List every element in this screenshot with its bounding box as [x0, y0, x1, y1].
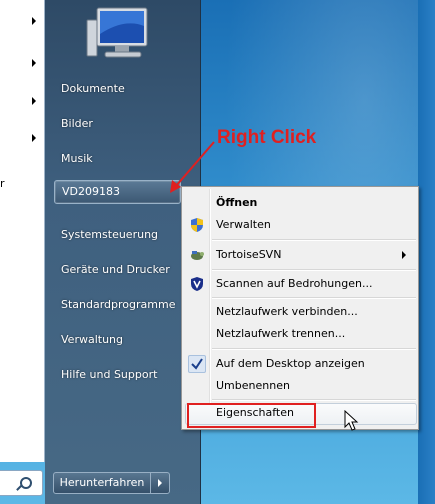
start-item-computer[interactable]: VD209183 [54, 180, 181, 204]
menu-separator [212, 399, 416, 401]
start-item-default-programs[interactable]: Standardprogramme [61, 298, 175, 311]
menu-item-label: Umbenennen [216, 379, 290, 392]
tortoisesvn-icon [191, 251, 204, 260]
desktop-edge [418, 0, 435, 504]
start-item-help-support[interactable]: Hilfe und Support [61, 368, 157, 381]
start-item-music[interactable]: Musik [61, 152, 93, 165]
program-label-truncated: r [0, 177, 5, 190]
menu-item-label: Öffnen [216, 196, 258, 209]
menu-item-label: Netzlaufwerk trennen... [216, 327, 346, 340]
search-icon [20, 477, 32, 489]
menu-item-manage[interactable]: Verwalten [184, 214, 414, 236]
menu-item-label: Auf dem Desktop anzeigen [216, 357, 365, 370]
chevron-right-icon [32, 97, 36, 105]
chevron-right-icon [32, 134, 36, 142]
start-menu-right-pane: Dokumente Bilder Musik VD209183 Systemst… [45, 0, 201, 504]
mouse-cursor-icon [344, 410, 359, 431]
checkmark-icon [191, 358, 203, 370]
menu-item-label: Verwalten [216, 218, 271, 231]
context-menu: Öffnen Verwalten TortoiseSVN Scannen auf… [181, 186, 419, 430]
menu-item-tortoisesvn[interactable]: TortoiseSVN [184, 244, 414, 266]
start-item-pictures[interactable]: Bilder [61, 117, 93, 130]
shutdown-button[interactable]: Herunterfahren [53, 472, 151, 494]
computer-icon [86, 7, 148, 58]
program-item[interactable] [0, 46, 44, 84]
security-shield-icon [191, 277, 203, 291]
menu-item-label: Scannen auf Bedrohungen... [216, 277, 373, 290]
program-item[interactable] [0, 121, 44, 159]
submenu-arrow-icon [402, 251, 406, 259]
menu-separator [212, 297, 416, 299]
start-item-documents[interactable]: Dokumente [61, 82, 125, 95]
annotation-highlight-box [187, 403, 316, 428]
shutdown-options-button[interactable] [150, 472, 170, 494]
computer-label: VD209183 [62, 185, 120, 198]
menu-separator [212, 348, 416, 350]
annotation-label: Right Click [217, 127, 317, 148]
start-item-control-panel[interactable]: Systemsteuerung [61, 228, 158, 241]
menu-item-open[interactable]: Öffnen [184, 192, 414, 214]
menu-item-label: TortoiseSVN [216, 248, 282, 261]
program-item[interactable] [0, 4, 44, 42]
start-item-administration[interactable]: Verwaltung [61, 333, 123, 346]
menu-item-disconnect-drive[interactable]: Netzlaufwerk trennen... [184, 323, 414, 345]
menu-item-map-drive[interactable]: Netzlaufwerk verbinden... [184, 301, 414, 323]
uac-shield-icon [191, 218, 203, 232]
menu-item-rename[interactable]: Umbenennen [184, 375, 414, 397]
start-menu-programs-pane: r [0, 0, 45, 462]
start-item-devices-printers[interactable]: Geräte und Drucker [61, 263, 170, 276]
menu-item-label: Netzlaufwerk verbinden... [216, 305, 358, 318]
menu-separator [212, 269, 416, 271]
chevron-right-icon [32, 17, 36, 25]
menu-item-show-on-desktop[interactable]: Auf dem Desktop anzeigen [184, 353, 414, 375]
menu-separator [212, 239, 416, 241]
search-input[interactable] [0, 470, 43, 496]
menu-item-scan-threats[interactable]: Scannen auf Bedrohungen... [184, 273, 414, 295]
chevron-right-icon [32, 59, 36, 67]
program-item[interactable] [0, 84, 44, 122]
